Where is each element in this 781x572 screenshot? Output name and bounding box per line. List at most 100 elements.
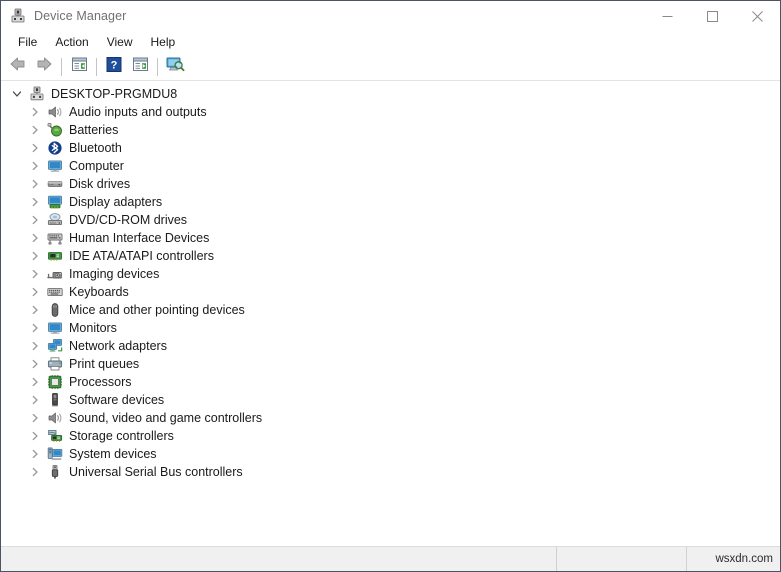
hid-icon <box>47 230 63 246</box>
tree-item-label: Computer <box>69 159 124 173</box>
properties-icon <box>71 57 88 77</box>
tree-item-disk-drives[interactable]: Disk drives <box>1 175 780 193</box>
tree-item-label: System devices <box>69 447 157 461</box>
scan-for-hardware-changes-icon <box>166 56 185 77</box>
chevron-right-icon[interactable] <box>27 410 43 426</box>
chevron-right-icon[interactable] <box>27 158 43 174</box>
tree-item-display-adapters[interactable]: Display adapters <box>1 193 780 211</box>
chevron-right-icon[interactable] <box>27 338 43 354</box>
system-device-icon <box>47 446 63 462</box>
menu-view[interactable]: View <box>98 33 142 51</box>
chevron-right-icon[interactable] <box>27 176 43 192</box>
monitor-icon <box>47 158 63 174</box>
window-title: Device Manager <box>34 9 127 23</box>
help-icon: ? <box>106 56 122 77</box>
tree-item-label: Disk drives <box>69 177 131 191</box>
tree-item-label: Network adapters <box>69 339 167 353</box>
chevron-right-icon[interactable] <box>27 302 43 318</box>
display-adapter-icon <box>47 194 63 210</box>
tree-root-item[interactable]: DESKTOP-PRGMDU8 <box>1 85 780 103</box>
chevron-right-icon[interactable] <box>27 392 43 408</box>
processor-icon <box>47 374 63 390</box>
chevron-right-icon[interactable] <box>27 284 43 300</box>
tree-item-batteries[interactable]: Batteries <box>1 121 780 139</box>
tree-item-print-queues[interactable]: Print queues <box>1 355 780 373</box>
tree-item-universal-serial-bus-controllers[interactable]: Universal Serial Bus controllers <box>1 463 780 481</box>
bluetooth-icon <box>47 140 63 156</box>
tree-item-label: IDE ATA/ATAPI controllers <box>69 249 214 263</box>
tree-item-label: Universal Serial Bus controllers <box>69 465 243 479</box>
tree-item-label: Audio inputs and outputs <box>69 105 207 119</box>
chevron-right-icon[interactable] <box>27 122 43 138</box>
chevron-right-icon[interactable] <box>27 428 43 444</box>
chevron-right-icon[interactable] <box>27 446 43 462</box>
show-hidden-devices-icon <box>132 57 149 77</box>
menu-file[interactable]: File <box>9 33 46 51</box>
forward-button[interactable] <box>31 55 57 79</box>
tree-item-label: Imaging devices <box>69 267 160 281</box>
tree-item-mice-and-other-pointing-devices[interactable]: Mice and other pointing devices <box>1 301 780 319</box>
tree-item-ide-ata-atapi-controllers[interactable]: IDE ATA/ATAPI controllers <box>1 247 780 265</box>
maximize-button[interactable] <box>690 1 735 31</box>
toolbar-separator <box>61 57 62 76</box>
speaker-icon <box>47 410 63 426</box>
tree-item-keyboards[interactable]: Keyboards <box>1 283 780 301</box>
chevron-right-icon[interactable] <box>27 194 43 210</box>
menu-help[interactable]: Help <box>142 33 185 51</box>
tree-item-monitors[interactable]: Monitors <box>1 319 780 337</box>
chevron-right-icon[interactable] <box>27 374 43 390</box>
tree-item-label: Bluetooth <box>69 141 122 155</box>
tree-item-processors[interactable]: Processors <box>1 373 780 391</box>
tree-item-label: Mice and other pointing devices <box>69 303 245 317</box>
computer-root-icon <box>29 86 45 102</box>
chevron-right-icon[interactable] <box>27 248 43 264</box>
help-button[interactable]: ? <box>101 55 127 79</box>
storage-controller-icon <box>47 428 63 444</box>
tree-item-imaging-devices[interactable]: Imaging devices <box>1 265 780 283</box>
chevron-right-icon[interactable] <box>27 104 43 120</box>
printer-icon <box>47 356 63 372</box>
close-button[interactable] <box>735 1 780 31</box>
chevron-right-icon[interactable] <box>27 140 43 156</box>
chevron-right-icon[interactable] <box>27 266 43 282</box>
device-manager-icon <box>10 8 26 24</box>
watermark: wsxdn.com <box>715 553 773 565</box>
tree-item-system-devices[interactable]: System devices <box>1 445 780 463</box>
toolbar: ? <box>1 53 780 81</box>
network-adapter-icon <box>47 338 63 354</box>
minimize-button[interactable] <box>645 1 690 31</box>
tree-item-label: DVD/CD-ROM drives <box>69 213 188 227</box>
tree-item-bluetooth[interactable]: Bluetooth <box>1 139 780 157</box>
tree-item-human-interface-devices[interactable]: Human Interface Devices <box>1 229 780 247</box>
tree-item-network-adapters[interactable]: Network adapters <box>1 337 780 355</box>
chevron-right-icon[interactable] <box>27 464 43 480</box>
toolbar-separator <box>157 57 158 76</box>
battery-icon <box>47 122 63 138</box>
tree-item-label: Sound, video and game controllers <box>69 411 263 425</box>
status-bar: wsxdn.com <box>1 546 780 571</box>
chevron-right-icon[interactable] <box>27 320 43 336</box>
chevron-down-icon[interactable] <box>9 86 25 102</box>
scan-for-hardware-changes-button[interactable] <box>162 55 188 79</box>
chevron-right-icon[interactable] <box>27 230 43 246</box>
tree-item-label: Batteries <box>69 123 119 137</box>
tree-item-label: Storage controllers <box>69 429 174 443</box>
disk-drive-icon <box>47 176 63 192</box>
back-icon <box>9 56 27 77</box>
tree-item-label: Display adapters <box>69 195 163 209</box>
tree-item-storage-controllers[interactable]: Storage controllers <box>1 427 780 445</box>
status-main-pane <box>1 547 556 571</box>
show-hidden-devices-button[interactable] <box>127 55 153 79</box>
menu-action[interactable]: Action <box>46 33 97 51</box>
tree-item-sound-video-and-game-controllers[interactable]: Sound, video and game controllers <box>1 409 780 427</box>
properties-button[interactable] <box>66 55 92 79</box>
tree-item-computer[interactable]: Computer <box>1 157 780 175</box>
tree-item-software-devices[interactable]: Software devices <box>1 391 780 409</box>
tree-item-label: Processors <box>69 375 132 389</box>
device-tree[interactable]: DESKTOP-PRGMDU8 Audio inputs and outputs <box>1 81 780 546</box>
chevron-right-icon[interactable] <box>27 212 43 228</box>
tree-item-audio-inputs-and-outputs[interactable]: Audio inputs and outputs <box>1 103 780 121</box>
chevron-right-icon[interactable] <box>27 356 43 372</box>
back-button[interactable] <box>5 55 31 79</box>
tree-item-dvd-cd-rom-drives[interactable]: DVD/CD-ROM drives <box>1 211 780 229</box>
